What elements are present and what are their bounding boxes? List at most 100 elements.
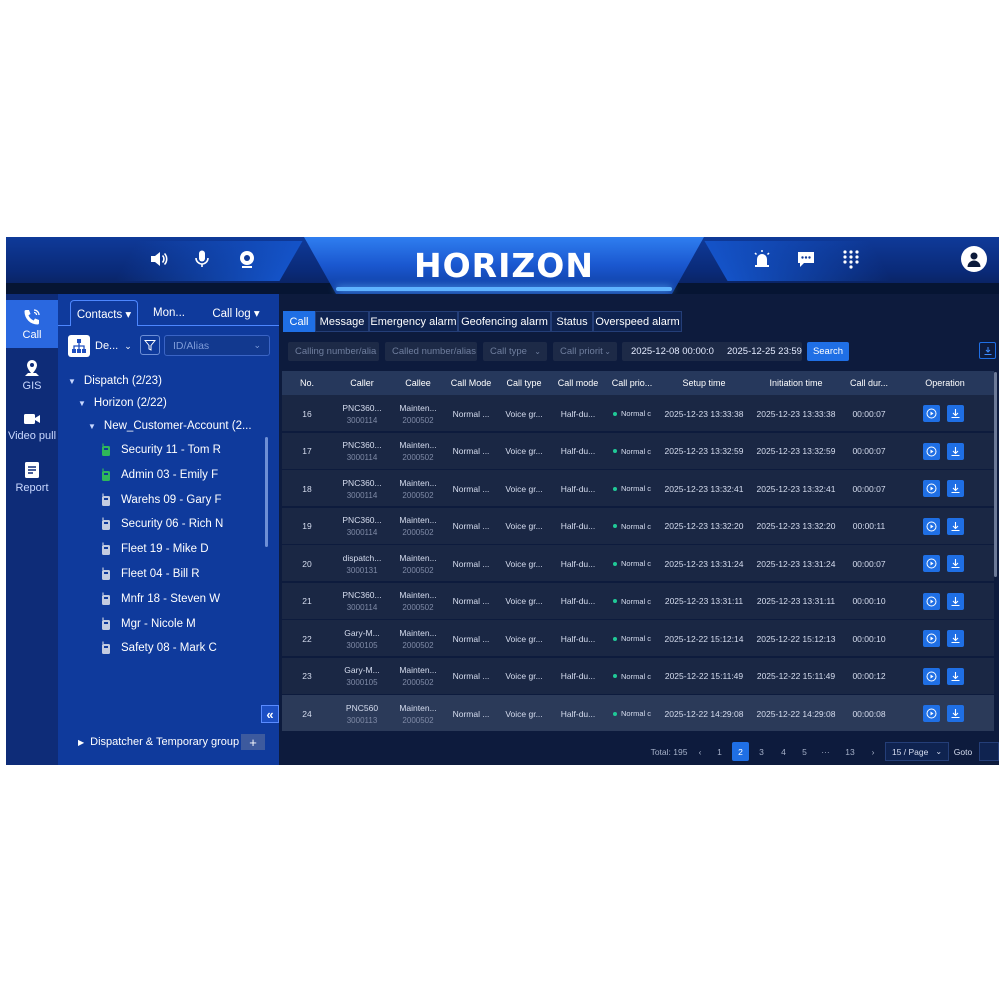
th-mode[interactable]: Call mode	[550, 371, 606, 395]
play-recording-button[interactable]	[923, 592, 940, 610]
table-row[interactable]: 17 PNC360... 3000114 Mainten... 2000502 Norma…	[282, 432, 994, 470]
alarm-icon[interactable]	[750, 247, 774, 271]
tree-member-item[interactable]: Mgr - Nicole M	[100, 615, 196, 633]
th-call-mode[interactable]: Call Mode	[444, 371, 498, 395]
calling-number-input[interactable]: Calling number/alia	[288, 342, 379, 361]
page-size-select[interactable]: 15 / Page ⌄	[885, 742, 949, 761]
play-recording-button[interactable]	[923, 705, 940, 722]
tab-call[interactable]: Call	[283, 311, 315, 332]
tree-member-item[interactable]: Warehs 09 - Gary F	[100, 491, 222, 509]
play-recording-button[interactable]	[923, 442, 940, 460]
table-row[interactable]: 23 Gary-M... 3000105 Mainten... 2000502 Norma…	[282, 657, 994, 695]
goto-input[interactable]	[979, 742, 999, 761]
download-recording-button[interactable]	[947, 480, 964, 497]
play-recording-button[interactable]	[923, 405, 940, 422]
tree-member-item[interactable]: Security 11 - Tom R	[100, 441, 221, 459]
tab-monitor[interactable]: Mon...	[143, 300, 195, 326]
th-callee[interactable]: Callee	[392, 371, 444, 395]
download-recording-button[interactable]	[947, 705, 964, 722]
collapse-panel-button[interactable]: «	[261, 705, 279, 723]
rail-item-video-pull[interactable]: Video pull	[6, 402, 58, 450]
org-tree-button[interactable]	[68, 335, 90, 357]
download-recording-button[interactable]	[947, 592, 964, 610]
page-button[interactable]: 13	[839, 742, 861, 761]
download-recording-button[interactable]	[947, 630, 964, 647]
call-priority-select[interactable]: Call priorit ⌄	[553, 342, 617, 361]
th-call-type[interactable]: Call type	[498, 371, 550, 395]
camera-icon[interactable]	[235, 247, 259, 271]
page-button[interactable]: 3	[753, 742, 770, 761]
microphone-icon[interactable]	[190, 247, 214, 271]
cell-callee: Mainten... 2000502	[392, 545, 444, 582]
filter-button[interactable]	[140, 335, 160, 355]
page-button[interactable]: 2	[732, 742, 749, 761]
table-row[interactable]: 24 PNC560 3000113 Mainten... 2000502 Normal .…	[282, 695, 994, 732]
rail-item-call[interactable]: Call	[6, 300, 58, 348]
dialpad-icon[interactable]	[839, 247, 863, 271]
tree-scrollbar[interactable]	[265, 437, 268, 547]
speaker-icon[interactable]	[147, 247, 171, 271]
page-ellipsis[interactable]: ···	[817, 742, 834, 761]
tab-overspeed-alarm[interactable]: Overspeed alarm	[593, 311, 682, 332]
tree-node-dispatch[interactable]: ▼ Dispatch (2/23)	[68, 372, 162, 390]
call-type-select[interactable]: Call type ⌄	[483, 342, 547, 361]
table-row[interactable]: 16 PNC360... 3000114 Mainten... 2000502 Norma…	[282, 395, 994, 432]
tree-member-item[interactable]: Admin 03 - Emily F	[100, 466, 218, 484]
download-recording-button[interactable]	[947, 442, 964, 460]
table-row[interactable]: 22 Gary-M... 3000105 Mainten... 2000502 Norma…	[282, 620, 994, 657]
tree-node-account[interactable]: ▼ New_Customer-Account (2...	[88, 417, 252, 435]
table-row[interactable]: 19 PNC360... 3000114 Mainten... 2000502 Norma…	[282, 507, 994, 545]
download-recording-button[interactable]	[947, 405, 964, 422]
id-alias-input[interactable]: ID/Alias ⌄	[164, 335, 270, 356]
play-recording-button[interactable]	[923, 480, 940, 497]
tab-emergency-alarm[interactable]: Emergency alarm	[369, 311, 458, 332]
tree-member-item[interactable]: Mnfr 18 - Steven W	[100, 590, 220, 608]
page-button[interactable]: 1	[711, 742, 728, 761]
tree-node-dispatcher-group[interactable]: ▶ Dispatcher & Temporary group	[78, 736, 239, 748]
table-row[interactable]: 21 PNC360... 3000114 Mainten... 2000502 Norma…	[282, 582, 994, 620]
rail-item-gis[interactable]: GIS	[6, 351, 58, 399]
tab-call-log[interactable]: Call log ▾	[200, 300, 272, 326]
export-button[interactable]	[979, 342, 996, 359]
th-duration[interactable]: Call dur...	[842, 371, 896, 395]
table-row[interactable]: 18 PNC360... 3000114 Mainten... 2000502 Norma…	[282, 470, 994, 507]
prev-page-button[interactable]: ‹	[693, 742, 707, 761]
tree-node-horizon[interactable]: ▼ Horizon (2/22)	[78, 394, 167, 412]
called-number-input[interactable]: Called number/alias	[385, 342, 477, 361]
download-recording-button[interactable]	[947, 555, 964, 572]
tab-contacts[interactable]: Contacts ▾	[70, 300, 138, 326]
tree-member-item[interactable]: Fleet 19 - Mike D	[100, 540, 209, 558]
next-page-button[interactable]: ›	[866, 742, 880, 761]
date-range-picker[interactable]: 2025-12-08 00:00:0 2025-12-25 23:59:5 ▤	[622, 342, 802, 361]
download-recording-button[interactable]	[947, 667, 964, 685]
play-recording-button[interactable]	[923, 630, 940, 647]
tab-geofencing-alarm[interactable]: Geofencing alarm	[458, 311, 551, 332]
tab-message[interactable]: Message	[315, 311, 369, 332]
th-priority[interactable]: Call prio...	[606, 371, 658, 395]
th-operation[interactable]: Operation	[896, 371, 994, 395]
th-caller[interactable]: Caller	[332, 371, 392, 395]
message-icon[interactable]	[794, 247, 818, 271]
play-recording-button[interactable]	[923, 555, 940, 572]
department-select[interactable]: De... ⌄	[95, 335, 135, 357]
page-button[interactable]: 4	[775, 742, 792, 761]
search-button[interactable]: Search	[807, 342, 849, 361]
tree-member-item[interactable]: Fleet 04 - Bill R	[100, 565, 200, 583]
user-avatar[interactable]	[961, 246, 987, 272]
tab-status[interactable]: Status	[551, 311, 593, 332]
tree-member-item[interactable]: Security 06 - Rich N	[100, 515, 223, 533]
play-recording-button[interactable]	[923, 667, 940, 685]
download-recording-button[interactable]	[947, 517, 964, 535]
th-setup-time[interactable]: Setup time	[658, 371, 750, 395]
page-button[interactable]: 5	[796, 742, 813, 761]
table-scrollbar[interactable]	[994, 372, 997, 577]
tree-member-item[interactable]: Safety 08 - Mark C	[100, 639, 217, 657]
table-row[interactable]: 20 dispatch... 3000131 Mainten... 2000502 Nor…	[282, 545, 994, 582]
add-group-button[interactable]: +	[241, 734, 265, 750]
play-recording-button[interactable]	[923, 517, 940, 535]
th-no[interactable]: No.	[282, 371, 332, 395]
rail-item-report[interactable]: Report	[6, 453, 58, 501]
cell-priority: Normal c	[606, 620, 658, 657]
th-initiation-time[interactable]: Initiation time	[750, 371, 842, 395]
radio-device-icon	[102, 592, 110, 605]
